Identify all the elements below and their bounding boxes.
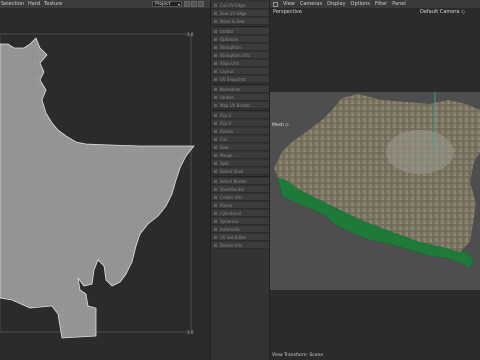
panel-layout-icon[interactable] <box>273 1 278 7</box>
tool-item[interactable]: Delete UVs <box>212 242 269 249</box>
tool-item[interactable]: Spherical <box>212 218 269 225</box>
tool-item[interactable]: UV Set Editor <box>212 234 269 241</box>
tool-item[interactable]: Unitize <box>212 94 269 101</box>
uv-canvas[interactable] <box>0 8 210 360</box>
uv-preset-dropdown[interactable]: Project <box>152 1 182 7</box>
uv-shell[interactable] <box>0 37 195 339</box>
tool-item[interactable]: Optimize <box>212 36 269 43</box>
tool-item[interactable]: Straighten <box>212 44 269 51</box>
view-transform-label: View Transform: Scene <box>272 353 324 358</box>
tool-item[interactable]: Map UV Border <box>212 102 269 109</box>
menu-filter[interactable]: Filter <box>375 1 387 7</box>
tool-item[interactable]: Cut UV Edge <box>212 2 269 9</box>
tool-item[interactable]: Select Shell <box>212 168 269 175</box>
divider <box>212 26 269 27</box>
uv-toolkit-panel: Cut UV Edge Sew UV Edge Move & Sew Unfol… <box>210 0 270 360</box>
tool-item[interactable]: Sew <box>212 144 269 151</box>
tool-item[interactable]: Flip V <box>212 120 269 127</box>
menu-texture[interactable]: Texture <box>44 1 62 7</box>
viewport-menubar: View Cameras Display Options Filter Pane… <box>270 0 480 8</box>
tool-item[interactable]: Cut <box>212 136 269 143</box>
menu-panel[interactable]: Panel <box>392 1 406 7</box>
menu-options[interactable]: Options <box>351 1 370 7</box>
menu-hard[interactable]: Hard <box>28 1 40 7</box>
viewport-scene[interactable] <box>270 92 480 290</box>
tool-item[interactable]: Automatic <box>212 226 269 233</box>
divider <box>212 176 269 177</box>
tool-item[interactable]: Merge <box>212 152 269 159</box>
tool-item[interactable]: Rotate <box>212 128 269 135</box>
snap-icon[interactable] <box>191 1 197 7</box>
divider <box>212 110 269 111</box>
menu-selection[interactable]: Selection <box>1 1 24 7</box>
tool-item[interactable]: Split <box>212 160 269 167</box>
uv-menubar: Selection Hard Texture Project <box>0 0 210 8</box>
menu-cameras[interactable]: Cameras <box>300 1 322 7</box>
viewport-panel: View Cameras Display Options Filter Pane… <box>270 0 480 360</box>
tool-item[interactable]: Align UVs <box>212 60 269 67</box>
tool-item[interactable]: Create UVs <box>212 194 269 201</box>
menu-view[interactable]: View <box>283 1 295 7</box>
shade-icon[interactable] <box>198 1 204 7</box>
tool-item[interactable]: Move & Sew <box>212 18 269 25</box>
tool-item[interactable]: Select Border <box>212 178 269 185</box>
tool-item[interactable]: UV Snapshot <box>212 76 269 83</box>
viewport-camera-mode: Perspective <box>273 9 302 15</box>
tool-item[interactable]: Cylindrical <box>212 210 269 217</box>
tool-item[interactable]: Flip U <box>212 112 269 119</box>
uv-editor-panel: Selection Hard Texture Project 1.0 1.0 <box>0 0 210 360</box>
menu-display[interactable]: Display <box>327 1 345 7</box>
viewport-mesh-label: Mesh ◇ <box>272 123 289 128</box>
viewport-camera-name[interactable]: Default Camera ◇ <box>420 9 465 15</box>
tool-item[interactable]: Unfold <box>212 28 269 35</box>
uv-label-bottom-right: 1.0 <box>187 330 194 335</box>
uv-label-top-right: 1.0 <box>187 32 194 37</box>
tool-item[interactable]: Layout <box>212 68 269 75</box>
tool-item[interactable]: Sew UV Edge <box>212 10 269 17</box>
city-area <box>386 130 454 174</box>
tool-item[interactable]: Normalize <box>212 86 269 93</box>
terrain-model <box>274 92 480 269</box>
tool-item[interactable]: Shell Border <box>212 186 269 193</box>
grid-icon[interactable] <box>184 1 190 7</box>
tool-item[interactable]: Straighten UVs <box>212 52 269 59</box>
divider <box>212 84 269 85</box>
tool-item[interactable]: Planar <box>212 202 269 209</box>
